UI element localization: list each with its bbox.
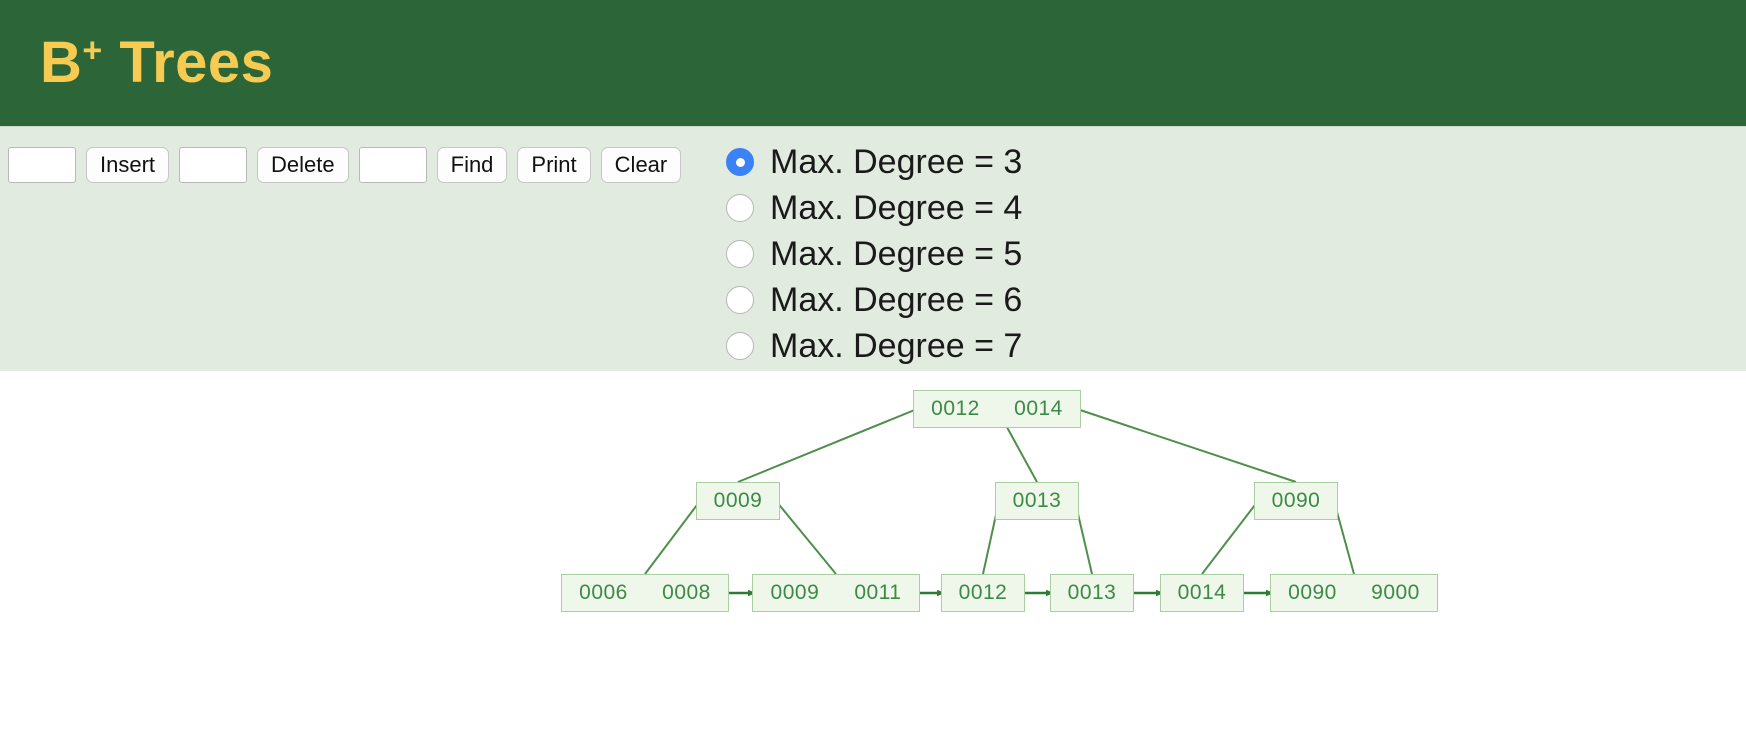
node-key: 0090	[1271, 489, 1321, 512]
node-key: 0008	[662, 581, 711, 604]
tree-node-leaf-5: 0090 9000	[1270, 574, 1438, 612]
tree-node-root: 0012 0014	[913, 390, 1081, 428]
tree-node-leaf-0: 0006 0008	[561, 574, 729, 612]
page-title-superscript: +	[82, 31, 103, 70]
radio-icon[interactable]	[726, 332, 754, 360]
tree-visualization-canvas: 0012 0014 0009 0013 0090 0006 0008 0009 0011 0012…	[0, 371, 1746, 752]
clear-button[interactable]: Clear	[600, 147, 682, 183]
node-key: 0013	[1012, 489, 1062, 512]
max-degree-option-6[interactable]: Max. Degree = 6	[726, 277, 1022, 323]
max-degree-option-3[interactable]: Max. Degree = 3	[726, 139, 1022, 185]
page-title-rest: Trees	[102, 30, 274, 95]
node-key: 0009	[713, 489, 763, 512]
node-key: 0014	[1014, 397, 1063, 420]
insert-button[interactable]: Insert	[86, 147, 170, 183]
radio-icon[interactable]	[726, 240, 754, 268]
app-header: B+ Trees	[0, 0, 1746, 126]
max-degree-option-label: Max. Degree = 4	[770, 189, 1023, 227]
tree-node-internal-2: 0090	[1254, 482, 1338, 520]
max-degree-option-label: Max. Degree = 3	[770, 143, 1023, 181]
tree-node-leaf-4: 0014	[1160, 574, 1244, 612]
find-button[interactable]: Find	[436, 147, 508, 183]
radio-icon[interactable]	[726, 148, 754, 176]
node-key: 0009	[770, 581, 820, 604]
insert-input[interactable]	[8, 147, 76, 183]
node-key: 0013	[1067, 581, 1117, 604]
tree-node-internal-1: 0013	[995, 482, 1079, 520]
max-degree-option-5[interactable]: Max. Degree = 5	[726, 231, 1022, 277]
page-title-base: B	[40, 30, 83, 95]
page-title: B+ Trees	[40, 34, 273, 92]
node-key: 9000	[1371, 581, 1420, 604]
node-key: 0011	[854, 581, 902, 604]
toolbar: Insert Delete Find Print Clear Max. Degr…	[0, 126, 1746, 371]
node-key: 0090	[1288, 581, 1337, 604]
node-key: 0006	[579, 581, 628, 604]
max-degree-radio-group: Max. Degree = 3 Max. Degree = 4 Max. Degre…	[726, 139, 1022, 369]
radio-icon[interactable]	[726, 286, 754, 314]
node-key: 0014	[1177, 581, 1227, 604]
tree-node-leaf-2: 0012	[941, 574, 1025, 612]
node-key: 0012	[931, 397, 980, 420]
max-degree-option-7[interactable]: Max. Degree = 7	[726, 323, 1022, 369]
max-degree-option-label: Max. Degree = 6	[770, 281, 1023, 319]
max-degree-option-label: Max. Degree = 7	[770, 327, 1023, 365]
tree-node-leaf-1: 0009 0011	[752, 574, 920, 612]
max-degree-option-4[interactable]: Max. Degree = 4	[726, 185, 1022, 231]
delete-button[interactable]: Delete	[257, 147, 349, 183]
radio-icon[interactable]	[726, 194, 754, 222]
max-degree-option-label: Max. Degree = 5	[770, 235, 1023, 273]
node-key: 0012	[958, 581, 1008, 604]
tree-node-internal-0: 0009	[696, 482, 780, 520]
print-button[interactable]: Print	[517, 147, 591, 183]
delete-input[interactable]	[179, 147, 248, 183]
controls-row: Insert Delete Find Print Clear	[8, 147, 682, 183]
find-input[interactable]	[358, 147, 427, 183]
tree-node-leaf-3: 0013	[1050, 574, 1134, 612]
tree-edges	[644, 408, 1355, 597]
